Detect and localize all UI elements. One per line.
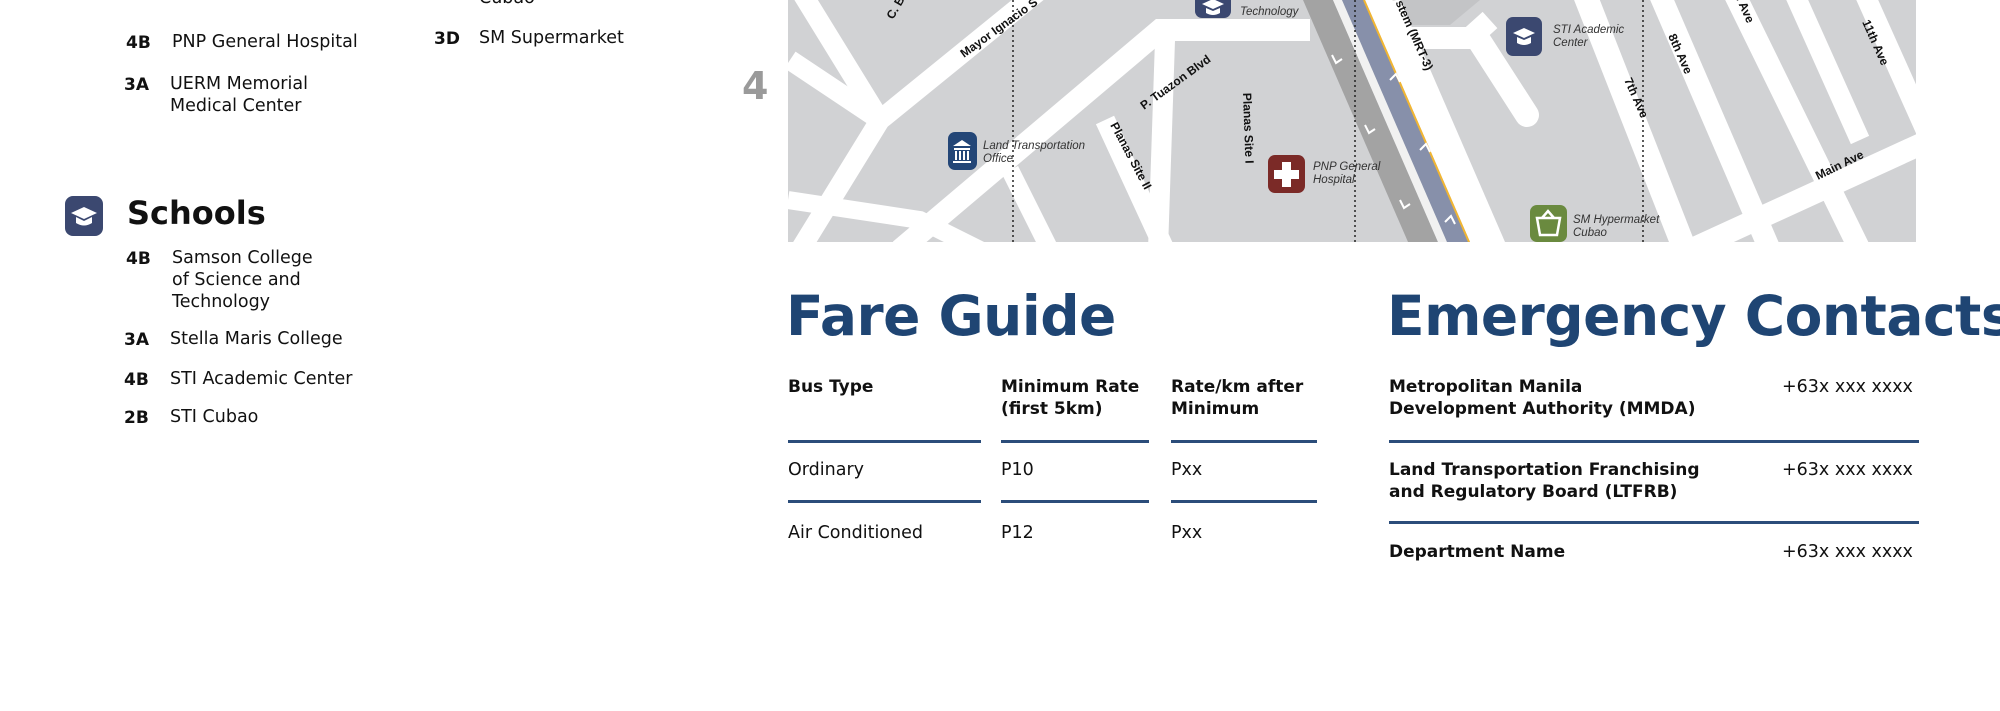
area-map[interactable]: C. B Mayor Ignacio S P. Tuazon Blvd Plan… xyxy=(788,0,1916,242)
divider xyxy=(1171,500,1317,503)
contact-name: Metropolitan Manila Development Authorit… xyxy=(1389,376,1695,420)
poi-label: Land Transportation xyxy=(983,140,1085,152)
poi-label: SM Hypermarket xyxy=(1573,214,1660,226)
list-item-name: UERM Memorial Medical Center xyxy=(170,73,308,117)
column-header: Rate/km after Minimum xyxy=(1171,376,1303,420)
name-line: Land Transportation Franchising xyxy=(1389,460,1700,480)
list-item-code: 4B xyxy=(126,33,151,53)
poi-label: PNP General xyxy=(1313,161,1381,173)
name-line: Samson College xyxy=(172,248,313,268)
list-item-code: 4B xyxy=(126,249,151,269)
contact-phone: +63x xxx xxxx xyxy=(1782,377,1913,397)
list-item-name: Stella Maris College xyxy=(170,329,343,349)
section-title: Schools xyxy=(127,194,266,232)
list-item-name: STI Academic Center xyxy=(170,369,353,389)
poi-label: Hospital xyxy=(1313,174,1355,186)
divider xyxy=(1171,440,1317,443)
table-cell: Pxx xyxy=(1171,460,1203,480)
header-line: Minimum Rate xyxy=(1001,377,1140,397)
grid-row-label: 4 xyxy=(742,64,769,108)
header-line: (first 5km) xyxy=(1001,399,1103,419)
divider xyxy=(1389,440,1919,443)
contact-name: Department Name xyxy=(1389,542,1566,562)
list-item-code: 3A xyxy=(124,75,149,95)
column-header: Bus Type xyxy=(788,377,874,397)
list-item-name: SM Supermarket xyxy=(479,28,624,48)
government-building-icon xyxy=(948,132,977,170)
list-item-name: Samson College of Science and Technology xyxy=(172,247,313,313)
header-line: Minimum xyxy=(1171,399,1260,419)
divider xyxy=(788,440,981,443)
name-line: Metropolitan Manila xyxy=(1389,377,1583,397)
poi-label: Cubao xyxy=(1573,227,1607,239)
cut-list-text: Cubao xyxy=(479,0,535,9)
table-cell: P10 xyxy=(1001,460,1034,480)
table-cell: Air Conditioned xyxy=(788,523,923,543)
contact-name: Land Transportation Franchising and Regu… xyxy=(1389,459,1700,503)
list-item-name: STI Cubao xyxy=(170,407,259,427)
graduation-cap-icon xyxy=(65,196,103,236)
fare-guide-title: Fare Guide xyxy=(786,284,1116,348)
poi-label: Technology xyxy=(1240,6,1300,18)
name-line: Technology xyxy=(172,292,271,312)
table-cell: Ordinary xyxy=(788,460,864,480)
name-line: and Regulatory Board (LTFRB) xyxy=(1389,482,1678,502)
name-line: Medical Center xyxy=(170,96,302,116)
divider xyxy=(1389,521,1919,524)
contact-phone: +63x xxx xxxx xyxy=(1782,460,1913,480)
emergency-contacts-title: Emergency Contacts xyxy=(1387,284,2000,348)
list-item-code: 3D xyxy=(434,29,460,49)
column-header: Minimum Rate (first 5km) xyxy=(1001,376,1139,420)
divider xyxy=(1001,500,1149,503)
name-line: Development Authority (MMDA) xyxy=(1389,399,1696,419)
poi-label: Office xyxy=(983,153,1013,165)
list-item-name: PNP General Hospital xyxy=(172,32,358,52)
header-line: Rate/km after xyxy=(1171,377,1304,397)
table-cell: Pxx xyxy=(1171,523,1203,543)
list-item-code: 3A xyxy=(124,330,149,350)
poi-label: STI Academic xyxy=(1553,24,1624,36)
name-line: UERM Memorial xyxy=(170,74,308,94)
list-item-code: 2B xyxy=(124,408,149,428)
street-label: Planas Site I xyxy=(1240,93,1256,164)
divider xyxy=(1001,440,1149,443)
poi-label: Center xyxy=(1553,37,1589,49)
divider xyxy=(788,500,981,503)
name-line: of Science and xyxy=(172,270,301,290)
list-item-code: 4B xyxy=(124,370,149,390)
contact-phone: +63x xxx xxxx xyxy=(1782,542,1913,562)
table-cell: P12 xyxy=(1001,523,1034,543)
